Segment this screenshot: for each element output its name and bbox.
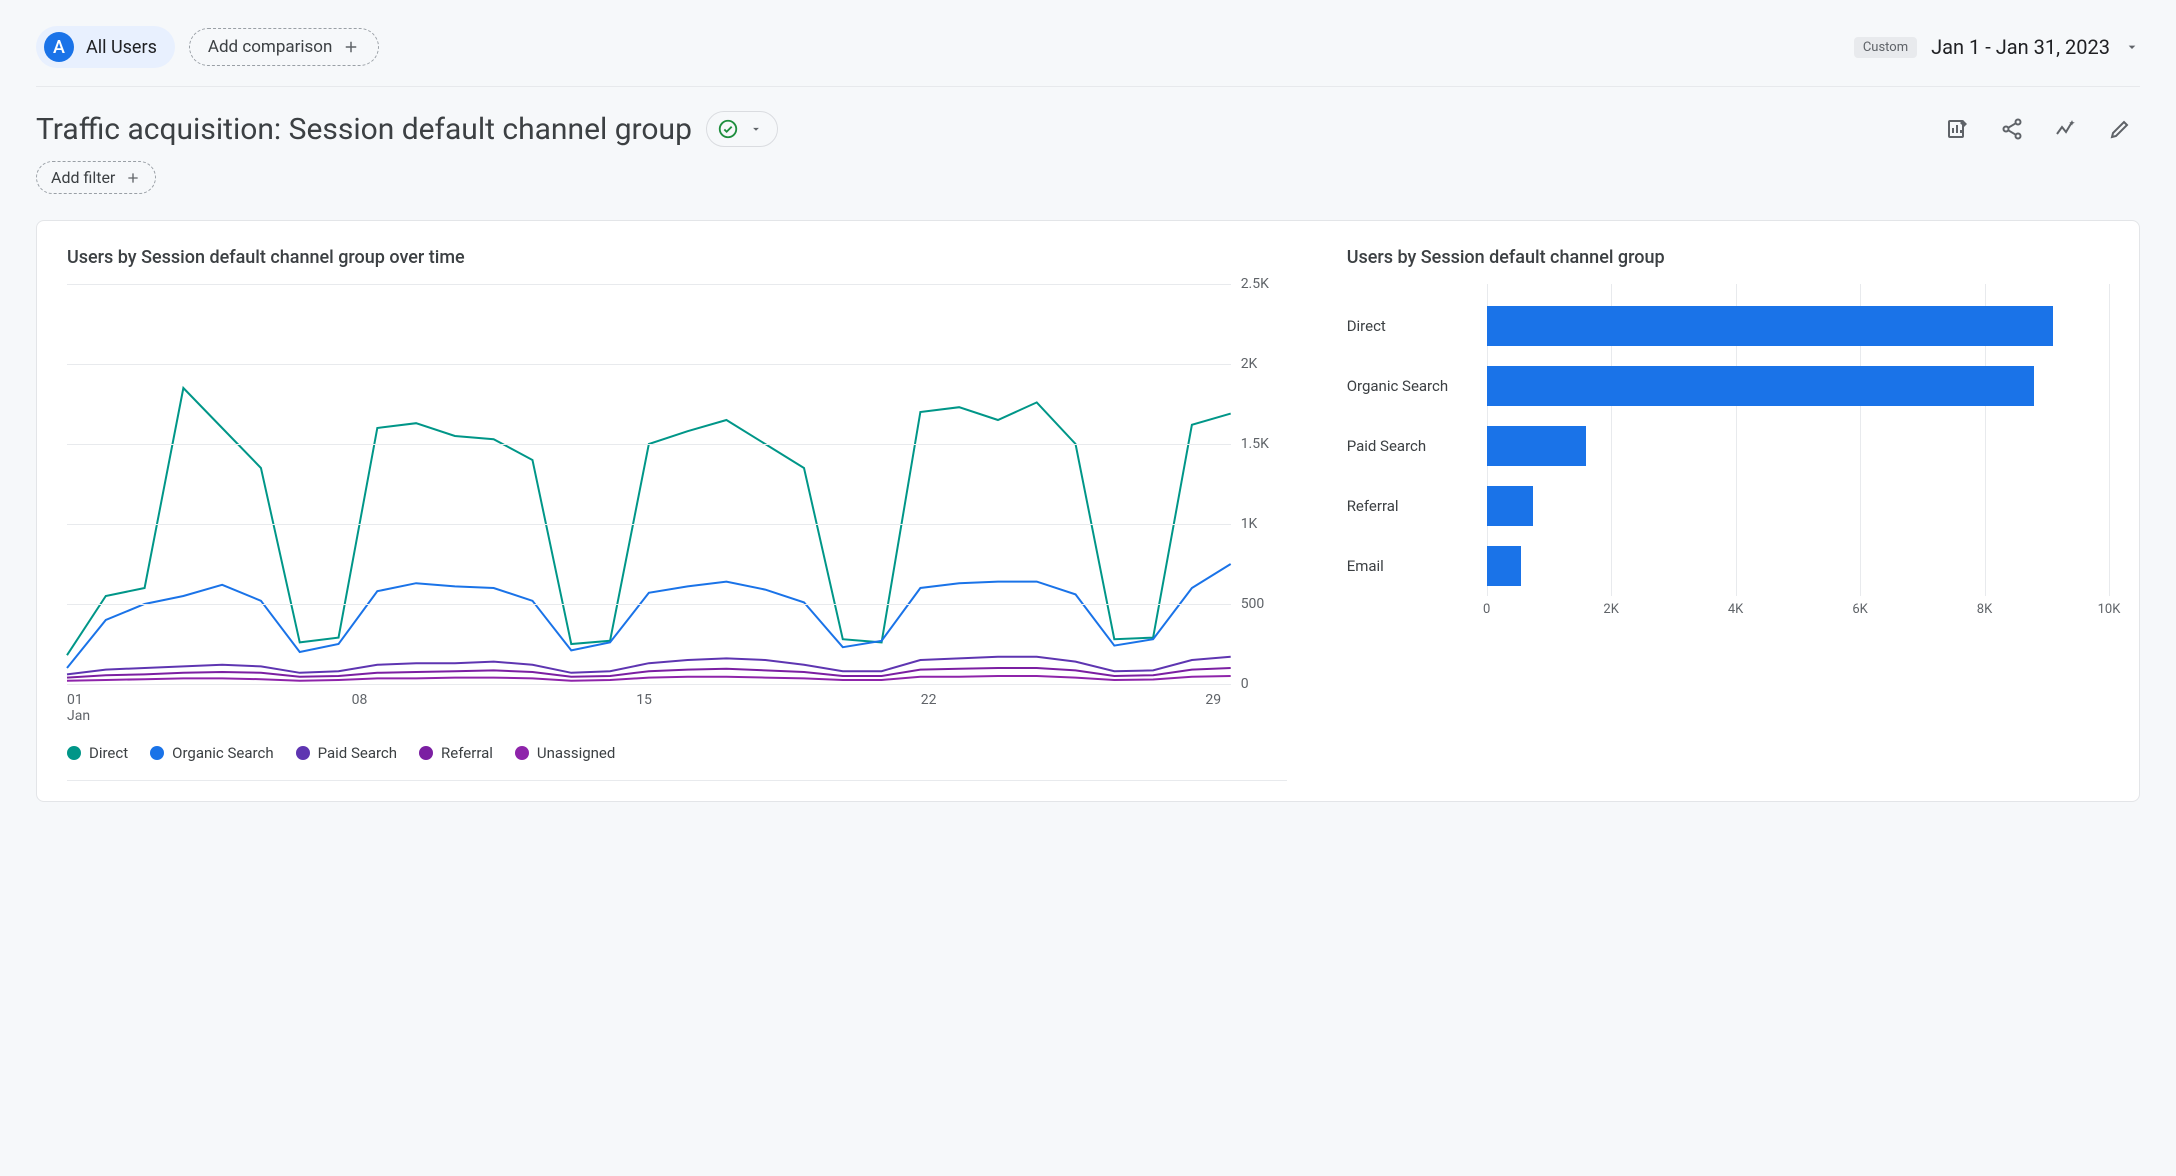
legend-item[interactable]: Direct	[67, 744, 128, 762]
customize-report-button[interactable]	[1938, 109, 1978, 149]
legend-item-label: Paid Search	[318, 744, 397, 762]
check-circle-icon	[717, 118, 739, 140]
bar-fill[interactable]	[1487, 306, 2053, 346]
bar-fill[interactable]	[1487, 426, 1587, 466]
legend-dot-icon	[67, 746, 81, 760]
bar-chart-x-axis: 02K4K6K8K10K	[1487, 602, 2109, 622]
bar-category-label: Paid Search	[1347, 437, 1487, 455]
bar-row: Organic Search	[1347, 356, 2109, 416]
plus-icon	[125, 170, 141, 186]
legend-item[interactable]: Unassigned	[515, 744, 615, 762]
report-status-dropdown[interactable]	[706, 111, 778, 147]
add-comparison-button[interactable]: Add comparison	[189, 28, 380, 66]
chart-edit-icon	[1946, 117, 1970, 141]
legend-item-label: Referral	[441, 744, 493, 762]
bar-row: Referral	[1347, 476, 2109, 536]
line-chart-plot[interactable]	[67, 284, 1231, 684]
audience-badge: A	[44, 32, 74, 62]
bar-chart-title: Users by Session default channel group	[1347, 247, 2109, 268]
page-title: Traffic acquisition: Session default cha…	[36, 112, 692, 147]
caret-down-icon	[2124, 39, 2140, 55]
add-filter-button[interactable]: Add filter	[36, 161, 156, 194]
share-button[interactable]	[1992, 109, 2032, 149]
legend-item-label: Direct	[89, 744, 128, 762]
bar-row: Direct	[1347, 296, 2109, 356]
bar-fill[interactable]	[1487, 486, 1534, 526]
sparkle-trend-icon	[2054, 117, 2078, 141]
share-icon	[2000, 117, 2024, 141]
bar-category-label: Referral	[1347, 497, 1487, 515]
pencil-icon	[2108, 117, 2132, 141]
add-filter-label: Add filter	[51, 168, 115, 187]
bar-fill[interactable]	[1487, 366, 2035, 406]
date-range-picker[interactable]: Custom Jan 1 - Jan 31, 2023	[1854, 35, 2140, 59]
date-range-type-label: Custom	[1854, 37, 1917, 58]
bar-category-label: Email	[1347, 557, 1487, 575]
line-chart-title: Users by Session default channel group o…	[67, 247, 1287, 268]
line-chart-legend: Direct Organic Search Paid Search Referral U…	[67, 744, 1287, 781]
bar-category-label: Organic Search	[1347, 377, 1487, 395]
bar-chart-plot[interactable]: Direct Organic Search Paid Search Referral E…	[1347, 284, 2109, 596]
audience-chip[interactable]: A All Users	[36, 26, 175, 68]
bar-fill[interactable]	[1487, 546, 1521, 586]
date-range-value: Jan 1 - Jan 31, 2023	[1931, 35, 2110, 59]
bar-category-label: Direct	[1347, 317, 1487, 335]
legend-dot-icon	[296, 746, 310, 760]
audience-label: All Users	[86, 37, 157, 58]
legend-item[interactable]: Paid Search	[296, 744, 397, 762]
legend-item-label: Unassigned	[537, 744, 615, 762]
line-chart-y-axis: 05001K1.5K2K2.5K	[1231, 284, 1287, 684]
bar-row: Email	[1347, 536, 2109, 596]
plus-icon	[342, 38, 360, 56]
legend-dot-icon	[515, 746, 529, 760]
bar-row: Paid Search	[1347, 416, 2109, 476]
legend-dot-icon	[150, 746, 164, 760]
insights-button[interactable]	[2046, 109, 2086, 149]
add-comparison-label: Add comparison	[208, 37, 333, 57]
legend-item-label: Organic Search	[172, 744, 273, 762]
legend-dot-icon	[419, 746, 433, 760]
legend-item[interactable]: Referral	[419, 744, 493, 762]
line-chart-x-axis: 01Jan08152229	[67, 692, 1287, 734]
edit-button[interactable]	[2100, 109, 2140, 149]
legend-item[interactable]: Organic Search	[150, 744, 273, 762]
caret-down-icon	[749, 122, 763, 136]
